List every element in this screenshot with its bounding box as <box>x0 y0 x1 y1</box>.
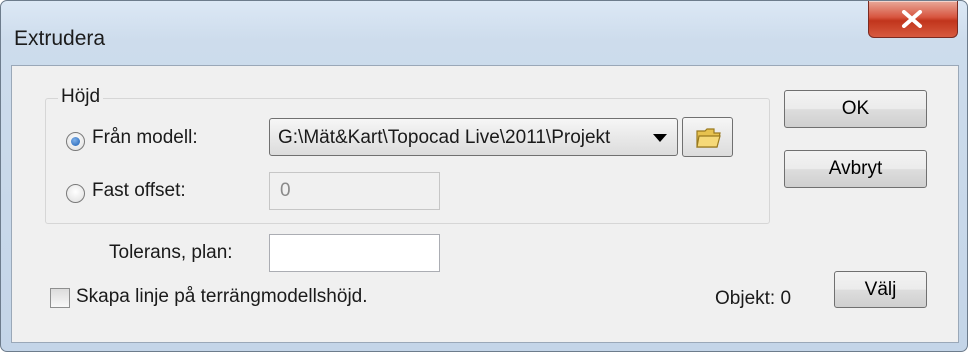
create-line-label[interactable]: Skapa linje på terrängmodellshöjd. <box>76 286 368 308</box>
close-button[interactable] <box>868 1 958 38</box>
from-model-radio[interactable] <box>66 132 85 151</box>
window-title: Extrudera <box>14 27 106 50</box>
dialog-window: Extrudera Höjd Från modell: G:\Mät&Kart\… <box>0 0 968 352</box>
folder-icon <box>696 128 721 148</box>
cancel-button[interactable]: Avbryt <box>784 150 927 188</box>
model-path-value: G:\Mät&Kart\Topocad Live\2011\Projekt <box>278 127 611 148</box>
browse-folder-button[interactable] <box>682 117 733 157</box>
dialog-body: Höjd Från modell: G:\Mät&Kart\Topocad Li… <box>11 65 959 343</box>
tolerance-label: Tolerans, plan: <box>109 242 233 263</box>
fixed-offset-input[interactable] <box>269 172 440 210</box>
select-button[interactable]: Välj <box>834 271 927 308</box>
height-group-label: Höjd <box>58 86 104 108</box>
model-path-select[interactable]: G:\Mät&Kart\Topocad Live\2011\Projekt <box>269 118 678 156</box>
from-model-label[interactable]: Från modell: <box>92 127 198 149</box>
fixed-offset-radio[interactable] <box>66 184 85 203</box>
fixed-offset-label[interactable]: Fast offset: <box>92 180 186 202</box>
object-count: Objekt: 0 <box>715 288 792 309</box>
create-line-checkbox[interactable] <box>50 288 70 308</box>
tolerance-input[interactable] <box>269 234 440 272</box>
close-icon <box>902 10 922 28</box>
ok-button[interactable]: OK <box>784 90 927 128</box>
chevron-down-icon <box>653 134 667 142</box>
